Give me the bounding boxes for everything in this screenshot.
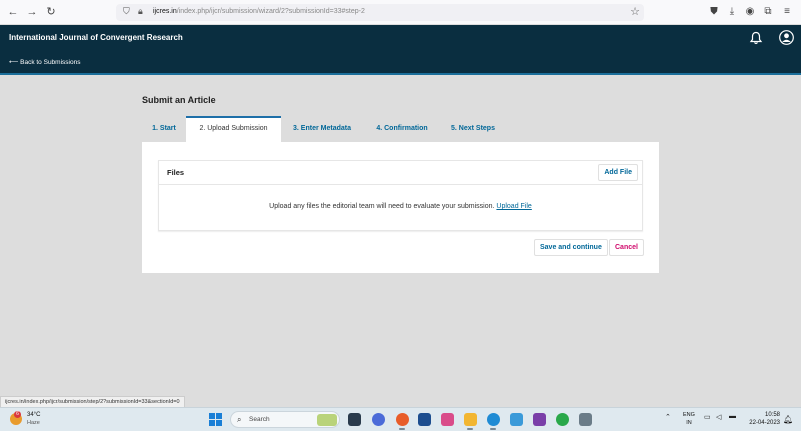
edge-icon[interactable] bbox=[487, 413, 500, 426]
windows-start-icon[interactable] bbox=[209, 413, 222, 426]
language-indicator[interactable]: ENG IN bbox=[683, 411, 695, 427]
notification-bell-icon[interactable] bbox=[749, 31, 763, 45]
pocket-icon[interactable]: ⛊ bbox=[708, 6, 720, 18]
tab-confirmation[interactable]: 4. Confirmation bbox=[363, 116, 441, 142]
browser-toolbar: ← → ↻ ⛉ 🔒︎ ijcres.in/index.php/ijcr/subm… bbox=[0, 0, 801, 25]
files-title: Files bbox=[167, 168, 185, 177]
photos-icon[interactable] bbox=[441, 413, 454, 426]
notepad-icon[interactable] bbox=[579, 413, 592, 426]
task-view-icon[interactable] bbox=[348, 413, 361, 426]
files-empty-message: Upload any files the editorial team will… bbox=[159, 203, 642, 210]
user-profile-icon[interactable] bbox=[779, 30, 794, 45]
tab-next-steps[interactable]: 5. Next Steps bbox=[441, 116, 505, 142]
search-icon: ⌕ bbox=[237, 415, 242, 424]
journal-title[interactable]: International Journal of Convergent Rese… bbox=[9, 33, 183, 42]
file-explorer-icon[interactable] bbox=[464, 413, 477, 426]
reload-icon[interactable]: ↻ bbox=[44, 5, 58, 19]
search-label: Search bbox=[249, 416, 270, 423]
forward-arrow-icon[interactable]: → bbox=[25, 5, 39, 19]
taskbar-search[interactable]: ⌕ Search bbox=[230, 411, 340, 428]
tab-start[interactable]: 1. Start bbox=[142, 116, 186, 142]
files-grid: Files Add File Upload any files the edit… bbox=[158, 160, 643, 231]
running-indicator bbox=[490, 428, 496, 430]
search-highlight-icon bbox=[317, 414, 337, 426]
store-icon[interactable] bbox=[418, 413, 431, 426]
running-indicator bbox=[399, 428, 405, 430]
notification-icon[interactable]: 🔔︎ bbox=[783, 415, 793, 424]
upload-panel: Files Add File Upload any files the edit… bbox=[142, 142, 659, 273]
files-message-text: Upload any files the editorial team will… bbox=[269, 203, 495, 210]
bookmark-star-icon[interactable]: ☆ bbox=[630, 5, 640, 18]
weather-condition[interactable]: Haze bbox=[27, 420, 40, 426]
tracking-shield-icon[interactable]: ⛉ bbox=[123, 6, 130, 17]
clock-date: 22-04-2023 bbox=[749, 420, 780, 426]
settings-icon[interactable] bbox=[510, 413, 523, 426]
weather-badge: 6 bbox=[14, 411, 21, 418]
back-arrow-icon[interactable]: ← bbox=[6, 5, 20, 19]
lock-icon[interactable]: 🔒︎ bbox=[138, 6, 143, 17]
firefox-icon[interactable] bbox=[396, 413, 409, 426]
upload-file-link[interactable]: Upload File bbox=[496, 203, 531, 210]
tab-upload-submission[interactable]: 2. Upload Submission bbox=[186, 116, 281, 142]
cancel-button[interactable]: Cancel bbox=[609, 239, 644, 256]
battery-icon[interactable]: ▬ bbox=[729, 413, 736, 420]
windows-taskbar: 6 34°C Haze ⌕ Search ⌃ ENG IN ▭ ◁ ▬ 10:5… bbox=[0, 407, 801, 431]
region-code: IN bbox=[686, 420, 692, 426]
back-to-submissions-link[interactable]: ⟵ Back to Submissions bbox=[9, 58, 80, 66]
files-header: Files Add File bbox=[159, 161, 642, 185]
download-icon[interactable]: ⤓ bbox=[726, 6, 738, 18]
weather-temperature[interactable]: 34°C bbox=[27, 412, 40, 418]
network-icon[interactable]: ▭ bbox=[704, 413, 711, 421]
system-clock[interactable]: 10:58 22-04-2023 bbox=[744, 411, 780, 427]
account-icon[interactable]: ◉ bbox=[744, 6, 756, 18]
onenote-icon[interactable] bbox=[533, 413, 546, 426]
tab-enter-metadata[interactable]: 3. Enter Metadata bbox=[281, 116, 363, 142]
chevron-up-icon[interactable]: ⌃ bbox=[665, 413, 671, 421]
menu-icon[interactable]: ≡ bbox=[781, 6, 793, 18]
address-bar[interactable]: ⛉ 🔒︎ ijcres.in/index.php/ijcr/submission… bbox=[116, 4, 644, 21]
save-and-continue-button[interactable]: Save and continue bbox=[534, 239, 608, 256]
chat-icon[interactable] bbox=[372, 413, 385, 426]
volume-icon[interactable]: ◁ bbox=[716, 413, 721, 421]
chrome-icon[interactable] bbox=[556, 413, 569, 426]
running-indicator bbox=[467, 428, 473, 430]
extensions-icon[interactable]: ⧉ bbox=[762, 6, 774, 18]
clock-time: 10:58 bbox=[764, 412, 780, 418]
site-header: International Journal of Convergent Rese… bbox=[0, 25, 801, 75]
url-text[interactable]: ijcres.in/index.php/ijcr/submission/wiza… bbox=[153, 8, 365, 15]
add-file-button[interactable]: Add File bbox=[598, 164, 638, 181]
page-title: Submit an Article bbox=[142, 95, 216, 105]
language-code: ENG bbox=[683, 412, 695, 418]
